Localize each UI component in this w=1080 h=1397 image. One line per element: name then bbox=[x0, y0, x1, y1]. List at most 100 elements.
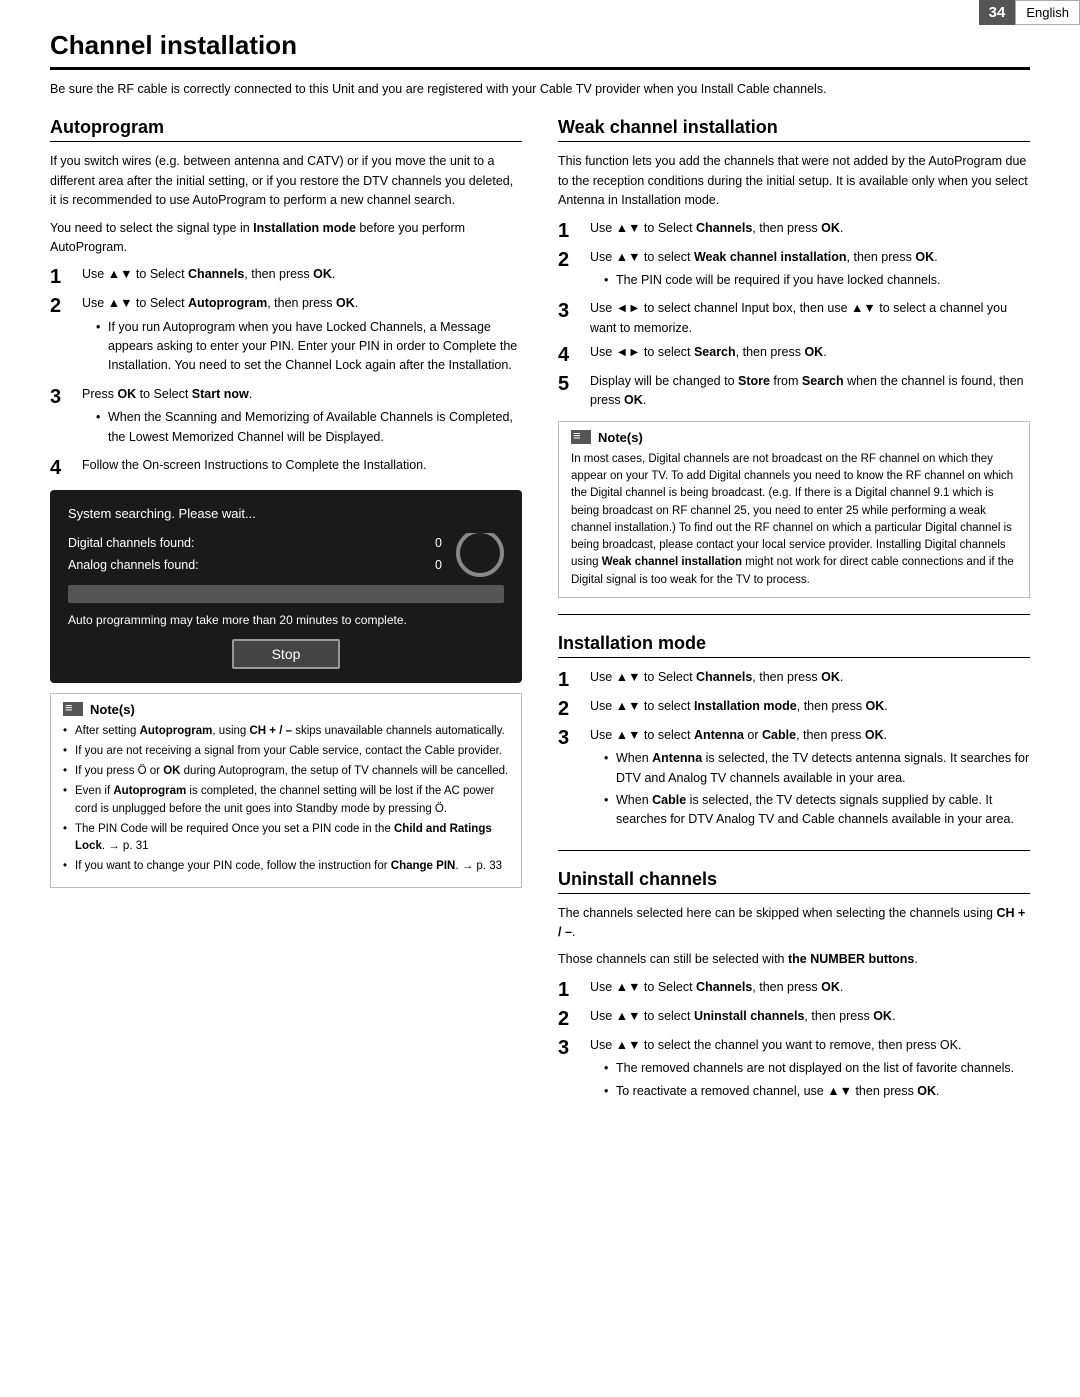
left-column: Autoprogram If you switch wires (e.g. be… bbox=[50, 117, 522, 1113]
step-num-1: 1 bbox=[50, 265, 78, 289]
analog-label: Analog channels found: bbox=[68, 555, 199, 575]
page-title: Channel installation bbox=[50, 30, 1030, 70]
step-content-1: Use ▲▼ to Select Channels, then press OK… bbox=[82, 265, 522, 284]
weak-channel-notes-box: Note(s) In most cases, Digital channels … bbox=[558, 421, 1030, 598]
install-step-content-2: Use ▲▼ to select Installation mode, then… bbox=[590, 697, 1030, 716]
uninstall-step-num-1: 1 bbox=[558, 978, 586, 1002]
uninstall-steps: 1 Use ▲▼ to Select Channels, then press … bbox=[558, 978, 1030, 1105]
uninstall-step-content-1: Use ▲▼ to Select Channels, then press OK… bbox=[590, 978, 1030, 997]
page-intro: Be sure the RF cable is correctly connec… bbox=[50, 80, 1030, 99]
autoprogram-steps: 1 Use ▲▼ to Select Channels, then press … bbox=[50, 265, 522, 480]
section-divider-1 bbox=[558, 614, 1030, 615]
weak-channel-steps: 1 Use ▲▼ to Select Channels, then press … bbox=[558, 219, 1030, 411]
autoprogram-step-1: 1 Use ▲▼ to Select Channels, then press … bbox=[50, 265, 522, 289]
uninstall-step3-bullet2: To reactivate a removed channel, use ▲▼ … bbox=[604, 1082, 1030, 1101]
autoprogram-title: Autoprogram bbox=[50, 117, 522, 142]
uninstall-step-3: 3 Use ▲▼ to select the channel you want … bbox=[558, 1036, 1030, 1105]
note-3: If you press Ö or OK during Autoprogram,… bbox=[63, 763, 509, 780]
weak-notes-header: Note(s) bbox=[571, 430, 1017, 445]
weak-channel-intro: This function lets you add the channels … bbox=[558, 152, 1030, 210]
autoprogram-step3-bullet: When the Scanning and Memorizing of Avai… bbox=[96, 408, 522, 447]
uninstall-step-content-2: Use ▲▼ to select Uninstall channels, the… bbox=[590, 1007, 1030, 1026]
note-6: If you want to change your PIN code, fol… bbox=[63, 858, 509, 875]
weak-step-1: 1 Use ▲▼ to Select Channels, then press … bbox=[558, 219, 1030, 243]
page: 34 English Channel installation Be sure … bbox=[0, 0, 1080, 1397]
weak-step-num-3: 3 bbox=[558, 299, 586, 323]
page-number-bar: 34 English bbox=[979, 0, 1080, 25]
step-num-3: 3 bbox=[50, 385, 78, 409]
uninstall-step-num-2: 2 bbox=[558, 1007, 586, 1031]
install-step-num-3: 3 bbox=[558, 726, 586, 750]
weak-step-4: 4 Use ◄► to select Search, then press OK… bbox=[558, 343, 1030, 367]
install-step-num-2: 2 bbox=[558, 697, 586, 721]
weak-step-3: 3 Use ◄► to select channel Input box, th… bbox=[558, 299, 1030, 338]
weak-step-5: 5 Display will be changed to Store from … bbox=[558, 372, 1030, 411]
uninstall-step-content-3: Use ▲▼ to select the channel you want to… bbox=[590, 1036, 1030, 1105]
notes-header-label: Note(s) bbox=[90, 702, 135, 717]
autoprogram-intro: If you switch wires (e.g. between antenn… bbox=[50, 152, 522, 210]
weak-step-num-4: 4 bbox=[558, 343, 586, 367]
stop-button[interactable]: Stop bbox=[232, 639, 341, 669]
weak-step-content-4: Use ◄► to select Search, then press OK. bbox=[590, 343, 1030, 362]
digital-channels-row: Digital channels found: 0 bbox=[68, 533, 442, 553]
step-content-3: Press OK to Select Start now. When the S… bbox=[82, 385, 522, 451]
installation-mode-steps: 1 Use ▲▼ to Select Channels, then press … bbox=[558, 668, 1030, 834]
install-step-2: 2 Use ▲▼ to select Installation mode, th… bbox=[558, 697, 1030, 721]
step-content-4: Follow the On-screen Instructions to Com… bbox=[82, 456, 522, 475]
uninstall-intro2: Those channels can still be selected wit… bbox=[558, 950, 1030, 969]
screen-box: System searching. Please wait... Digital… bbox=[50, 490, 522, 683]
weak-notes-header-label: Note(s) bbox=[598, 430, 643, 445]
screen-title: System searching. Please wait... bbox=[68, 504, 504, 525]
uninstall-step-num-3: 3 bbox=[558, 1036, 586, 1060]
weak-step2-bullet: The PIN code will be required if you hav… bbox=[604, 271, 1030, 290]
install-step-1: 1 Use ▲▼ to Select Channels, then press … bbox=[558, 668, 1030, 692]
step-num-2: 2 bbox=[50, 294, 78, 318]
uninstall-step3-bullet1: The removed channels are not displayed o… bbox=[604, 1059, 1030, 1078]
autoprogram-sub-bullet: If you run Autoprogram when you have Loc… bbox=[96, 318, 522, 376]
install-step-content-3: Use ▲▼ to select Antenna or Cable, then … bbox=[590, 726, 1030, 834]
uninstall-channels-title: Uninstall channels bbox=[558, 869, 1030, 894]
right-column: Weak channel installation This function … bbox=[558, 117, 1030, 1113]
weak-step-num-2: 2 bbox=[558, 248, 586, 272]
install-step3-bullet2: When Cable is selected, the TV detects s… bbox=[604, 791, 1030, 830]
weak-channel-notes-text: In most cases, Digital channels are not … bbox=[571, 451, 1017, 589]
digital-value: 0 bbox=[435, 533, 442, 553]
analog-channels-row: Analog channels found: 0 bbox=[68, 555, 442, 575]
weak-notes-icon bbox=[571, 430, 591, 444]
screen-sub-text: Auto programming may take more than 20 m… bbox=[68, 611, 504, 629]
install-step-content-1: Use ▲▼ to Select Channels, then press OK… bbox=[590, 668, 1030, 687]
note-1: After setting Autoprogram, using CH + / … bbox=[63, 723, 509, 740]
weak-step-content-1: Use ▲▼ to Select Channels, then press OK… bbox=[590, 219, 1030, 238]
section-divider-2 bbox=[558, 850, 1030, 851]
autoprogram-notes-box: Note(s) After setting Autoprogram, using… bbox=[50, 693, 522, 888]
install-step-3: 3 Use ▲▼ to select Antenna or Cable, the… bbox=[558, 726, 1030, 834]
notes-icon bbox=[63, 702, 83, 716]
weak-channel-title: Weak channel installation bbox=[558, 117, 1030, 142]
digital-label: Digital channels found: bbox=[68, 533, 194, 553]
note-2: If you are not receiving a signal from y… bbox=[63, 743, 509, 760]
install-step-num-1: 1 bbox=[558, 668, 586, 692]
stop-button-row: Stop bbox=[68, 639, 504, 669]
uninstall-step-1: 1 Use ▲▼ to Select Channels, then press … bbox=[558, 978, 1030, 1002]
autoprogram-step-3: 3 Press OK to Select Start now. When the… bbox=[50, 385, 522, 451]
step-content-2: Use ▲▼ to Select Autoprogram, then press… bbox=[82, 294, 522, 380]
progress-bar bbox=[68, 585, 504, 603]
step-num-4: 4 bbox=[50, 456, 78, 480]
notes-list: After setting Autoprogram, using CH + / … bbox=[63, 723, 509, 876]
autoprogram-step-4: 4 Follow the On-screen Instructions to C… bbox=[50, 456, 522, 480]
weak-step-2: 2 Use ▲▼ to select Weak channel installa… bbox=[558, 248, 1030, 295]
weak-step-num-1: 1 bbox=[558, 219, 586, 243]
autoprogram-note-before: You need to select the signal type in In… bbox=[50, 219, 522, 258]
install-step3-bullet1: When Antenna is selected, the TV detects… bbox=[604, 749, 1030, 788]
page-language: English bbox=[1015, 0, 1080, 25]
analog-value: 0 bbox=[435, 555, 442, 575]
notes-header: Note(s) bbox=[63, 702, 509, 717]
weak-step-content-5: Display will be changed to Store from Se… bbox=[590, 372, 1030, 411]
weak-step-content-2: Use ▲▼ to select Weak channel installati… bbox=[590, 248, 1030, 295]
installation-mode-title: Installation mode bbox=[558, 633, 1030, 658]
autoprogram-step-2: 2 Use ▲▼ to Select Autoprogram, then pre… bbox=[50, 294, 522, 380]
weak-step-num-5: 5 bbox=[558, 372, 586, 396]
uninstall-step-2: 2 Use ▲▼ to select Uninstall channels, t… bbox=[558, 1007, 1030, 1031]
screen-circle bbox=[456, 533, 504, 577]
note-4: Even if Autoprogram is completed, the ch… bbox=[63, 783, 509, 818]
